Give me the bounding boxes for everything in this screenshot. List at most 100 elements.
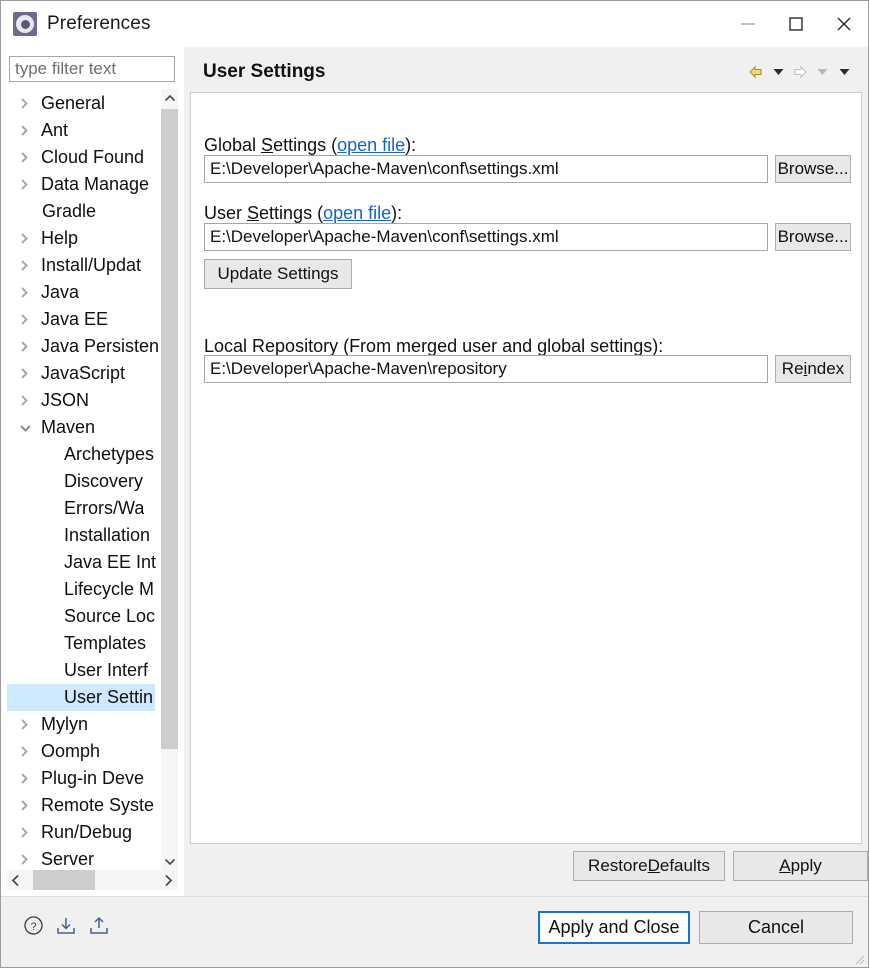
sidebar-item-label: Ant	[41, 120, 68, 141]
back-arrow-icon[interactable]	[746, 60, 766, 84]
title-bar: Preferences	[1, 1, 868, 47]
sidebar-item-general[interactable]: General	[7, 90, 162, 117]
sidebar-item-gradle[interactable]: Gradle	[7, 198, 162, 225]
sidebar-item-oomph[interactable]: Oomph	[7, 738, 162, 765]
sidebar-item-remote-syste[interactable]: Remote Syste	[7, 792, 162, 819]
chevron-right-icon[interactable]	[19, 151, 41, 164]
sidebar-item-help[interactable]: Help	[7, 225, 162, 252]
minimize-icon[interactable]	[724, 1, 772, 47]
sidebar-item-cloud-found[interactable]: Cloud Found	[7, 144, 162, 171]
maximize-icon[interactable]	[772, 1, 820, 47]
user-settings-open-file-link[interactable]: open file	[323, 203, 391, 223]
sidebar-item-maven[interactable]: Maven	[7, 414, 162, 441]
sidebar-item-archetypes[interactable]: Archetypes	[7, 441, 162, 468]
chevron-right-icon[interactable]	[19, 178, 41, 191]
panel-content: Global Settings (open file): Browse... U…	[190, 93, 862, 844]
chevron-right-icon[interactable]	[19, 745, 41, 758]
tree-horizontal-scrollbar[interactable]	[6, 870, 178, 890]
sidebar-item-install-updat[interactable]: Install/Updat	[7, 252, 162, 279]
sidebar-item-run-debug[interactable]: Run/Debug	[7, 819, 162, 846]
chevron-right-icon[interactable]	[158, 870, 178, 890]
back-menu-chevron-down-icon[interactable]	[768, 60, 788, 84]
sidebar-item-plug-in-deve[interactable]: Plug-in Deve	[7, 765, 162, 792]
sidebar-item-server[interactable]: Server	[7, 846, 162, 870]
global-settings-label: Global Settings (open file):	[204, 135, 416, 156]
chevron-right-icon[interactable]	[19, 124, 41, 137]
export-icon[interactable]	[87, 913, 111, 937]
chevron-right-icon[interactable]	[19, 718, 41, 731]
preferences-tree[interactable]: General Ant Cloud Found Data ManageGradle He…	[6, 89, 178, 870]
sidebar-item-templates[interactable]: Templates	[7, 630, 162, 657]
sidebar-item-lifecycle-m[interactable]: Lifecycle M	[7, 576, 162, 603]
close-icon[interactable]	[820, 1, 868, 47]
chevron-right-icon[interactable]	[19, 313, 41, 326]
gear-icon	[13, 12, 37, 36]
search-input[interactable]	[9, 56, 175, 82]
sidebar-item-data-manage[interactable]: Data Manage	[7, 171, 162, 198]
local-repository-input[interactable]	[204, 355, 768, 383]
chevron-right-icon[interactable]	[19, 97, 41, 110]
chevron-left-icon[interactable]	[6, 870, 26, 890]
sidebar-item-user-settin[interactable]: User Settin	[7, 684, 155, 711]
chevron-down-icon[interactable]	[161, 852, 178, 870]
global-settings-input[interactable]	[204, 155, 768, 183]
sidebar-item-mylyn[interactable]: Mylyn	[7, 711, 162, 738]
sidebar-item-label: Mylyn	[41, 714, 88, 735]
sidebar-item-label: Java EE Int	[64, 552, 156, 573]
tree-vertical-scrollbar[interactable]	[161, 89, 178, 870]
sidebar-item-label: Remote Syste	[41, 795, 154, 816]
sidebar-item-json[interactable]: JSON	[7, 387, 162, 414]
apply-button[interactable]: Apply	[733, 851, 868, 881]
sidebar-item-java-ee[interactable]: Java EE	[7, 306, 162, 333]
preferences-dialog: Preferences General Ant Cloud Found Data Ma…	[0, 0, 869, 968]
overflow-menu-chevron-down-icon[interactable]	[834, 60, 854, 84]
sidebar-item-discovery[interactable]: Discovery	[7, 468, 162, 495]
sidebar-item-installation[interactable]: Installation	[7, 522, 162, 549]
restore-defaults-button[interactable]: Restore Defaults	[573, 851, 725, 881]
chevron-right-icon[interactable]	[19, 367, 41, 380]
reindex-button[interactable]: Reindex	[775, 355, 851, 383]
user-settings-input[interactable]	[204, 223, 768, 251]
resize-grip-icon[interactable]	[851, 951, 865, 965]
import-icon[interactable]	[54, 913, 78, 937]
scrollbar-thumb-horizontal[interactable]	[33, 870, 95, 890]
sidebar-item-label: Help	[41, 228, 78, 249]
footer-icon-group: ?	[21, 913, 111, 937]
chevron-right-icon[interactable]	[19, 340, 41, 353]
sidebar-item-user-interf[interactable]: User Interf	[7, 657, 162, 684]
global-settings-open-file-link[interactable]: open file	[337, 135, 405, 155]
sidebar-item-label: User Interf	[64, 660, 148, 681]
help-icon[interactable]: ?	[21, 913, 45, 937]
sidebar-item-ant[interactable]: Ant	[7, 117, 162, 144]
sidebar-item-label: Oomph	[41, 741, 100, 762]
chevron-right-icon[interactable]	[19, 286, 41, 299]
sidebar-item-errors-wa[interactable]: Errors/Wa	[7, 495, 162, 522]
sidebar-item-java[interactable]: Java	[7, 279, 162, 306]
chevron-up-icon[interactable]	[161, 89, 178, 107]
chevron-right-icon[interactable]	[19, 232, 41, 245]
update-settings-button[interactable]: Update Settings	[204, 259, 352, 289]
global-settings-browse-button[interactable]: Browse...	[775, 155, 851, 183]
apply-and-close-button[interactable]: Apply and Close	[538, 911, 690, 944]
chevron-right-icon[interactable]	[19, 799, 41, 812]
window-controls	[724, 1, 868, 47]
dialog-body: General Ant Cloud Found Data ManageGradle He…	[1, 47, 868, 896]
chevron-right-icon[interactable]	[19, 394, 41, 407]
chevron-down-icon[interactable]	[19, 423, 41, 433]
sidebar-item-label: User Settin	[64, 687, 153, 708]
chevron-right-icon[interactable]	[19, 259, 41, 272]
sidebar-item-label: Errors/Wa	[64, 498, 144, 519]
sidebar-item-java-persisten[interactable]: Java Persisten	[7, 333, 162, 360]
sidebar-item-label: Cloud Found	[41, 147, 144, 168]
user-settings-browse-button[interactable]: Browse...	[775, 223, 851, 251]
cancel-button[interactable]: Cancel	[699, 911, 853, 944]
chevron-right-icon[interactable]	[19, 826, 41, 839]
scrollbar-thumb-vertical[interactable]	[161, 109, 178, 749]
sidebar-item-java-ee-int[interactable]: Java EE Int	[7, 549, 162, 576]
chevron-right-icon[interactable]	[19, 853, 41, 866]
sidebar-item-source-loc[interactable]: Source Loc	[7, 603, 162, 630]
chevron-right-icon[interactable]	[19, 772, 41, 785]
local-repository-label: Local Repository (From merged user and g…	[204, 336, 663, 357]
sidebar-item-javascript[interactable]: JavaScript	[7, 360, 162, 387]
sidebar-item-label: Templates	[64, 633, 146, 654]
